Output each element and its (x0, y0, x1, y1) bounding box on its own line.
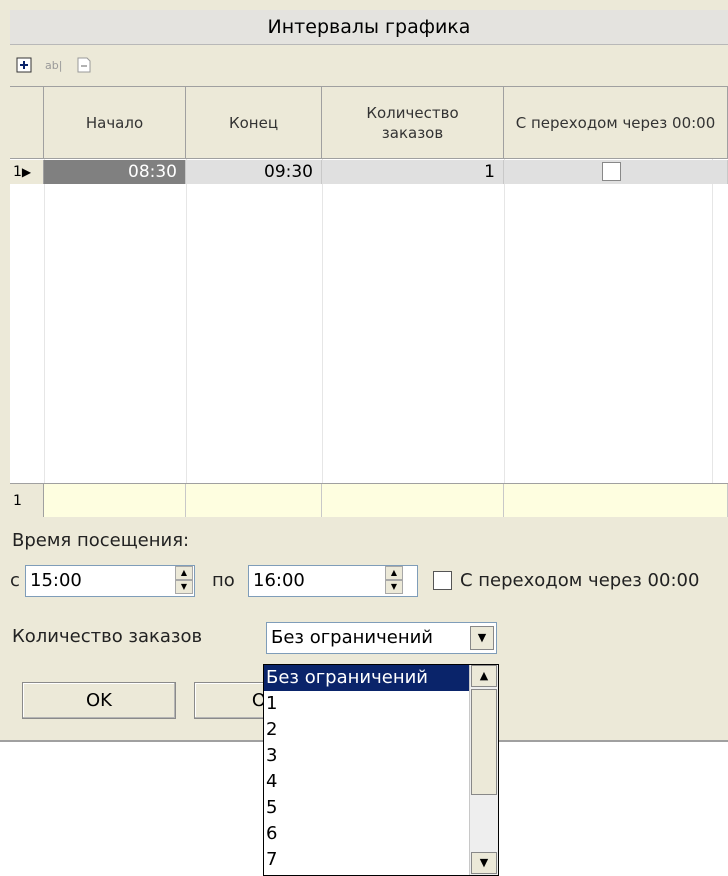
ok-button[interactable]: OK (22, 682, 176, 719)
col-header-start[interactable]: Начало (44, 87, 186, 159)
cell-crossing[interactable] (504, 160, 728, 184)
spin-down-icon[interactable]: ▼ (385, 580, 403, 594)
list-item[interactable]: 1 (264, 691, 472, 717)
list-item[interactable]: 7 (264, 847, 472, 873)
visit-crossing-checkbox[interactable] (433, 571, 452, 590)
scroll-up-icon[interactable]: ▲ (471, 665, 497, 687)
grid-toolbar: ab| (10, 53, 728, 79)
dialog-title: Интервалы графика (10, 10, 728, 45)
cell-end[interactable]: 09:30 (186, 160, 322, 184)
row-indicator[interactable]: 1▶ (10, 160, 44, 184)
from-time-field[interactable]: 15:00 (25, 565, 195, 597)
scroll-thumb[interactable] (471, 689, 497, 795)
footer-indicator: 1 (10, 484, 44, 517)
cell-count[interactable]: 1 (322, 160, 504, 184)
edit-row-icon[interactable]: ab| (44, 57, 70, 73)
col-header-end[interactable]: Конец (186, 87, 322, 159)
scroll-down-icon[interactable]: ▼ (471, 852, 497, 874)
intervals-dialog: Интервалы графика ab| Начало Конец Колич… (0, 0, 728, 742)
list-item[interactable]: 3 (264, 743, 472, 769)
visit-crossing-label: С переходом через 00:00 (460, 570, 700, 591)
list-item[interactable]: 4 (264, 769, 472, 795)
crossing-checkbox[interactable] (602, 162, 621, 181)
svg-text:ab|: ab| (45, 59, 62, 72)
to-label: по (212, 570, 235, 591)
cell-start[interactable]: 08:30 (44, 160, 186, 184)
col-header-count[interactable]: Количество заказов (322, 87, 504, 159)
from-time-spinner[interactable]: ▲ ▼ (175, 566, 193, 596)
spin-up-icon[interactable]: ▲ (175, 566, 193, 580)
list-item[interactable]: Без ограничений (264, 665, 472, 691)
to-time-spinner[interactable]: ▲ ▼ (385, 566, 403, 596)
orders-count-label: Количество заказов (12, 626, 203, 647)
delete-row-icon[interactable] (76, 57, 92, 73)
from-label: с (10, 570, 20, 591)
visit-time-label: Время посещения: (12, 530, 190, 551)
spin-up-icon[interactable]: ▲ (385, 566, 403, 580)
list-item[interactable]: 2 (264, 717, 472, 743)
indicator-header (10, 87, 44, 159)
intervals-grid[interactable]: Начало Конец Количество заказов С перехо… (10, 86, 728, 517)
orders-count-select[interactable]: Без ограничений ▼ (266, 622, 497, 654)
grid-footer-row: 1 (10, 483, 728, 517)
dropdown-scrollbar[interactable]: ▲ ▼ (469, 665, 498, 875)
spin-down-icon[interactable]: ▼ (175, 580, 193, 594)
add-row-icon[interactable] (16, 57, 32, 73)
orders-dropdown-list[interactable]: Без ограничений 1 2 3 4 5 6 7 ▲ ▼ (263, 664, 499, 876)
chevron-down-icon[interactable]: ▼ (470, 626, 494, 650)
list-item[interactable]: 5 (264, 795, 472, 821)
list-item[interactable]: 6 (264, 821, 472, 847)
col-header-crossing[interactable]: С переходом через 00:00 (504, 87, 728, 159)
